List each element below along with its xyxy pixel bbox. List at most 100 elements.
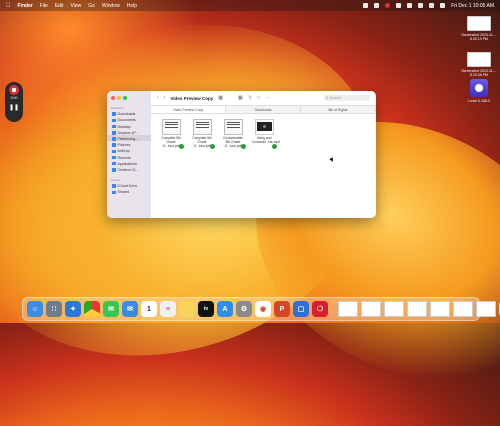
sidebar-item-shared[interactable]: Shared (107, 188, 151, 194)
menu-file[interactable]: File (40, 3, 48, 9)
pdf-thumbnail (223, 119, 243, 135)
menu-bar:  Finder File Edit View Go Window Help F… (0, 0, 500, 11)
file-item[interactable]: Complete 5th Grade G...ious.pdf (159, 119, 184, 150)
messages-app-icon[interactable]: ✉ (103, 301, 119, 317)
applications-icon (112, 161, 116, 166)
screen-record-icon[interactable] (363, 3, 369, 8)
safari-app-icon[interactable]: ✦ (65, 301, 81, 317)
finder-toolbar: ‹ › Video Preview Copy ▦ ▦ ⇧ ○ ⋯ ⚲ Searc… (151, 91, 376, 105)
desktop-loom-disk[interactable]: Loom 0.168.0 (459, 79, 499, 103)
finder-app-icon[interactable]: ☺ (27, 301, 43, 317)
dock: ☺ ∷ ✦ ✉ ✉ 1 ≡ tv A ⚙ ◉ P ▢ ❍ 🗑 (22, 297, 500, 321)
dock-minimized-window[interactable] (430, 301, 450, 317)
tab-downloads[interactable]: Downloads (226, 106, 301, 113)
shared-folder-icon (112, 190, 116, 194)
loom-icon[interactable] (385, 3, 391, 8)
pause-icon[interactable]: ❚❚ (9, 104, 19, 111)
menu-edit[interactable]: Edit (55, 3, 64, 9)
dock-minimized-window[interactable] (407, 301, 427, 317)
pictures-icon (112, 143, 116, 147)
pdf-thumbnail (161, 119, 181, 135)
control-center-icon[interactable] (440, 3, 446, 8)
wifi-icon[interactable] (418, 3, 424, 8)
apple-menu-icon[interactable]:  (6, 3, 11, 9)
dropbox-icon[interactable] (396, 3, 402, 8)
recording-time: 0:00 (10, 96, 18, 100)
zoom-button[interactable] (123, 96, 127, 100)
downloads-icon (112, 112, 116, 116)
menu-view[interactable]: View (70, 3, 81, 9)
stop-recording-button[interactable] (9, 85, 19, 95)
calendar-app-icon[interactable]: 1 (141, 301, 157, 317)
screenshot-thumbnail (467, 16, 491, 31)
finder-content: ‹ › Video Preview Copy ▦ ▦ ⇧ ○ ⋯ ⚲ Searc… (151, 91, 376, 218)
dock-minimized-window[interactable] (384, 301, 404, 317)
finder-sidebar: Favorites Downloads Documents Desktop Dr… (107, 91, 151, 218)
notes-app-icon[interactable] (179, 301, 195, 317)
recording-widget: 0:00 ❚❚ (5, 82, 23, 122)
dock-minimized-window[interactable] (476, 301, 496, 317)
app-store-app-icon[interactable]: A (217, 301, 233, 317)
back-button[interactable]: ‹ (157, 95, 159, 101)
sidebar-section-icloud: iCloud (111, 177, 120, 182)
creative-cloud-icon (112, 168, 116, 172)
tag-icon[interactable]: ○ (257, 95, 260, 101)
desktop-item-label: Screenshot 2023-11-... 6.20.13 PM (461, 33, 497, 41)
search-icon[interactable] (429, 3, 435, 8)
tab-rights[interactable]: 6th of Rights (301, 106, 376, 113)
documents-icon (112, 118, 116, 123)
desktop-screenshot-2[interactable]: Screenshot 2023-11-... 8.10.06 PM (459, 52, 499, 77)
synced-checkmark-icon (179, 144, 184, 150)
more-icon[interactable]: ⋯ (265, 95, 270, 101)
video-thumbnail (254, 119, 274, 135)
file-grid: Complete 5th Grade G...ious.pdf Complete… (151, 114, 376, 150)
zoom-icon[interactable] (374, 3, 380, 8)
dock-minimized-window[interactable] (453, 301, 473, 317)
chrome-app-icon[interactable] (84, 301, 100, 317)
forward-button[interactable]: › (164, 95, 166, 101)
menu-help[interactable]: Help (127, 3, 137, 9)
pdf-thumbnail (192, 119, 212, 135)
file-item[interactable]: Using and Customiz...ide.mp4 (252, 119, 280, 150)
synced-checkmark-icon (241, 144, 246, 150)
menu-go[interactable]: Go (88, 3, 95, 9)
finder-tabs: Video Preview Copy Downloads 6th of Righ… (151, 105, 376, 114)
minimize-button[interactable] (117, 96, 121, 100)
folder-icon (112, 137, 116, 141)
menu-finder[interactable]: Finder (18, 3, 33, 9)
tab-video-preview-copy[interactable]: Video Preview Copy (151, 106, 226, 113)
window-controls (107, 91, 151, 100)
acrobat-app-icon[interactable]: ❍ (312, 301, 328, 317)
menu-window[interactable]: Window (102, 3, 120, 9)
view-mode-icon[interactable]: ▦ (218, 95, 223, 101)
mail-app-icon[interactable]: ✉ (122, 301, 138, 317)
disk-image-icon (470, 79, 488, 97)
system-settings-app-icon[interactable]: ⚙ (236, 301, 252, 317)
menubar-clock[interactable]: Fri Dec 1 10:05 AM (451, 3, 494, 9)
window-title: Video Preview Copy (170, 95, 214, 101)
search-field[interactable]: ⚲ Search (324, 95, 370, 101)
apple-tv-app-icon[interactable]: tv (198, 301, 214, 317)
file-item[interactable]: Customizable 5th Grade G...ious.pdf (221, 119, 246, 150)
desktop-screenshot-1[interactable]: Screenshot 2023-11-... 6.20.13 PM (459, 16, 499, 41)
desktop-icon (112, 124, 116, 129)
keynote-app-icon[interactable]: ▢ (293, 301, 309, 317)
clock-icon (112, 155, 116, 160)
cloud-icon (112, 184, 116, 188)
desktop-item-label: Screenshot 2023-11-... 8.10.06 PM (461, 69, 497, 77)
launchpad-app-icon[interactable]: ∷ (46, 301, 62, 317)
powerpoint-app-icon[interactable]: P (274, 301, 290, 317)
reminders-app-icon[interactable]: ≡ (160, 301, 176, 317)
synced-checkmark-icon (210, 144, 215, 150)
airdrop-icon (112, 149, 116, 154)
close-button[interactable] (111, 96, 115, 100)
screenshot-thumbnail (467, 52, 491, 67)
dock-minimized-window[interactable] (361, 301, 381, 317)
battery-icon[interactable] (407, 3, 413, 8)
share-icon[interactable]: ⇧ (248, 95, 252, 101)
file-item[interactable]: Complete 5th Grade G...ious.pdf (190, 119, 215, 150)
dock-minimized-window[interactable] (338, 301, 358, 317)
zoom-app-icon[interactable]: ◉ (255, 301, 271, 317)
group-icon[interactable]: ▦ (238, 95, 243, 101)
synced-checkmark-icon (272, 144, 277, 150)
